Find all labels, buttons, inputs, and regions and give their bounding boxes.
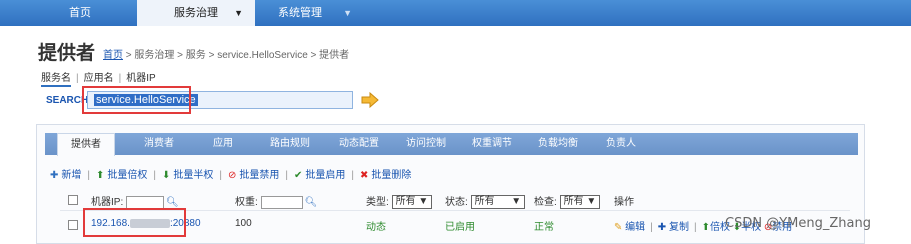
weight-filter: 权重: 🔍︎ xyxy=(235,193,317,209)
status-filter-select[interactable]: 所有 ▼ xyxy=(470,195,526,210)
plus-icon: ✚ xyxy=(50,170,59,181)
add-label: 新增 xyxy=(61,170,82,181)
batch-disable-label: 批量禁用 xyxy=(239,170,280,181)
search-icon[interactable]: 🔍︎ xyxy=(305,197,318,208)
weight-filter-input[interactable] xyxy=(260,195,303,209)
chevron-down-icon: ▼ xyxy=(234,8,243,18)
nav-system-management[interactable]: 系统管理 ▼ xyxy=(270,0,360,26)
pencil-icon: ✎ xyxy=(614,222,623,233)
edit-button[interactable]: ✎ 编辑 xyxy=(614,222,645,233)
chevron-down-icon: ▼ xyxy=(511,196,522,208)
nav-service-governance-label: 服务治理 xyxy=(174,7,218,19)
delete-icon: ✖ xyxy=(360,170,369,181)
arrow-down-icon: ⬇ xyxy=(162,170,171,181)
status-filter-value: 所有 xyxy=(474,196,495,208)
status-cell: 已启用 xyxy=(445,222,475,233)
plus-icon: ✚ xyxy=(657,222,667,233)
check-filter-value: 所有 xyxy=(563,196,584,208)
chevron-down-icon: ▼ xyxy=(586,196,597,208)
weight-cell: 100 xyxy=(235,218,252,229)
check-icon: ✔ xyxy=(294,170,303,181)
ip-filter: 机器IP: 🔍︎ xyxy=(91,193,179,209)
batch-double-button[interactable]: ⬆ 批量倍权 xyxy=(96,170,147,181)
search-icon[interactable]: 🔍︎ xyxy=(166,197,179,208)
ban-icon: ⊘ xyxy=(228,170,237,181)
arrow-right-icon[interactable] xyxy=(360,92,380,108)
batch-enable-button[interactable]: ✔ 批量启用 xyxy=(294,170,345,181)
type-filter-select[interactable]: 所有 ▼ xyxy=(391,195,433,210)
tab-consumers[interactable]: 消费者 xyxy=(135,133,183,155)
chevron-down-icon: ▼ xyxy=(343,8,352,18)
search-type-tabs: 服务名 | 应用名 | 机器IP xyxy=(41,69,156,87)
tab-weights[interactable]: 权重调节 xyxy=(463,133,521,155)
type-filter-label: 类型: xyxy=(366,197,389,208)
check-filter-label: 检查: xyxy=(534,197,557,208)
ip-filter-label: 机器IP: xyxy=(91,197,124,208)
ops-header: 操作 xyxy=(614,197,634,208)
page-title: 提供者 xyxy=(38,43,96,64)
nav-service-governance[interactable]: 服务治理 ▼ xyxy=(137,0,255,26)
tab-applications[interactable]: 应用 xyxy=(203,133,243,155)
subtab-app-name[interactable]: 应用名 xyxy=(84,73,114,84)
tab-dynamic-config[interactable]: 动态配置 xyxy=(330,133,388,155)
check-filter-select[interactable]: 所有 ▼ xyxy=(559,195,601,210)
arrow-up-icon: ⬆ xyxy=(701,222,710,233)
type-cell: 动态 xyxy=(366,222,386,233)
batch-double-label: 批量倍权 xyxy=(107,170,148,181)
breadcrumb: 首页 > 服务治理 > 服务 > service.HelloService > … xyxy=(103,46,349,61)
copy-button[interactable]: ✚ 复制 xyxy=(658,222,689,233)
add-button[interactable]: ✚ 新增 xyxy=(50,170,81,181)
tab-access-control[interactable]: 访问控制 xyxy=(397,133,455,155)
tab-bar: 提供者 消费者 应用 路由规则 动态配置 访问控制 权重调节 负载均衡 负责人 xyxy=(45,133,858,156)
ip-highlight-box xyxy=(83,208,186,237)
row-checkbox[interactable] xyxy=(68,220,78,230)
subtab-machine-ip[interactable]: 机器IP xyxy=(126,73,155,84)
select-all-checkbox[interactable] xyxy=(68,195,78,205)
tab-routes[interactable]: 路由规则 xyxy=(261,133,319,155)
edit-label: 编辑 xyxy=(625,222,646,233)
ip-filter-input[interactable] xyxy=(126,195,165,209)
type-filter-value: 所有 xyxy=(395,196,416,208)
nav-system-management-label: 系统管理 xyxy=(278,7,322,19)
breadcrumb-home-link[interactable]: 首页 xyxy=(103,50,123,61)
top-nav: 首页 服务治理 ▼ 系统管理 ▼ xyxy=(0,0,911,26)
check-cell: 正常 xyxy=(534,222,554,233)
action-toolbar: ✚ 新增 | ⬆ 批量倍权 | ⬇ 批量半权 | ⊘ 批量禁用 | ✔ 批量启用 | ✖ 批量删除 xyxy=(50,170,412,181)
batch-half-label: 批量半权 xyxy=(173,170,214,181)
arrow-up-icon: ⬆ xyxy=(96,170,105,181)
tab-providers[interactable]: 提供者 xyxy=(57,133,115,156)
batch-half-button[interactable]: ⬇ 批量半权 xyxy=(162,170,213,181)
status-filter: 状态: 所有 ▼ xyxy=(445,193,526,210)
status-filter-label: 状态: xyxy=(445,197,468,208)
subtab-service-name[interactable]: 服务名 xyxy=(41,73,71,87)
copy-label: 复制 xyxy=(668,222,689,233)
weight-filter-label: 权重: xyxy=(235,197,258,208)
breadcrumb-path: > 服务治理 > 服务 > service.HelloService > 提供者 xyxy=(123,50,350,61)
title-area: 提供者 首页 > 服务治理 > 服务 > service.HelloServic… xyxy=(0,26,911,114)
watermark: CSDN @YMeng_Zhang xyxy=(725,216,871,231)
batch-enable-label: 批量启用 xyxy=(305,170,346,181)
tab-load-balance[interactable]: 负载均衡 xyxy=(529,133,587,155)
search-highlight-box xyxy=(82,86,191,114)
chevron-down-icon: ▼ xyxy=(418,196,429,208)
nav-home[interactable]: 首页 xyxy=(50,0,110,26)
check-filter: 检查: 所有 ▼ xyxy=(534,193,601,210)
tab-owners[interactable]: 负责人 xyxy=(598,133,644,155)
batch-delete-label: 批量删除 xyxy=(371,170,412,181)
batch-delete-button[interactable]: ✖ 批量删除 xyxy=(360,170,411,181)
type-filter: 类型: 所有 ▼ xyxy=(366,193,433,210)
batch-disable-button[interactable]: ⊘ 批量禁用 xyxy=(228,170,279,181)
